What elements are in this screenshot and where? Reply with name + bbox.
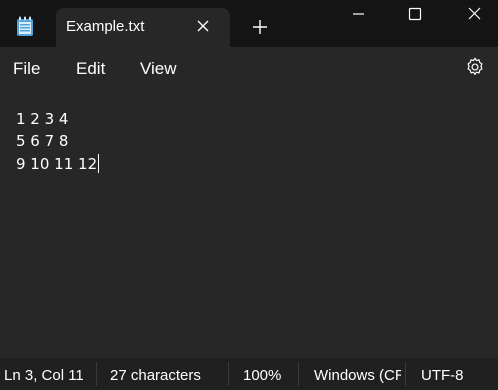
status-bar: Ln 3, Col 11 27 characters 100% Windows … xyxy=(0,358,498,390)
status-divider xyxy=(96,362,97,386)
maximize-icon[interactable] xyxy=(388,0,442,32)
text-caret xyxy=(98,154,100,173)
text-editor[interactable]: 1 2 3 4 5 6 7 8 9 10 11 12 xyxy=(0,90,498,358)
gear-icon[interactable] xyxy=(464,56,486,78)
menu-edit[interactable]: Edit xyxy=(76,59,105,79)
text-line: 1 2 3 4 xyxy=(16,110,69,128)
status-divider xyxy=(405,362,406,386)
menu-view[interactable]: View xyxy=(140,59,177,79)
tab-title: Example.txt xyxy=(66,18,145,35)
text-line: 5 6 7 8 xyxy=(16,132,69,150)
status-encoding[interactable]: UTF-8 xyxy=(421,367,464,384)
status-divider xyxy=(228,362,229,386)
status-character-count: 27 characters xyxy=(110,367,201,384)
title-bar: Example.txt xyxy=(0,0,498,47)
status-line-ending[interactable]: Windows (CRLF) xyxy=(314,367,401,384)
menu-bar: File Edit View xyxy=(0,47,498,90)
status-zoom[interactable]: 100% xyxy=(243,367,281,384)
text-line-current: 9 10 11 12 xyxy=(16,154,100,173)
minimize-icon[interactable] xyxy=(332,0,386,32)
tab-example-txt[interactable]: Example.txt xyxy=(56,8,230,47)
status-cursor-position[interactable]: Ln 3, Col 11 xyxy=(4,367,84,384)
close-window-icon[interactable] xyxy=(444,0,498,32)
status-divider xyxy=(298,362,299,386)
plus-icon[interactable] xyxy=(252,19,268,35)
text-line-content: 9 10 11 12 xyxy=(16,155,98,173)
close-icon[interactable] xyxy=(196,19,210,33)
notepad-icon xyxy=(17,16,33,36)
menu-file[interactable]: File xyxy=(13,59,40,79)
